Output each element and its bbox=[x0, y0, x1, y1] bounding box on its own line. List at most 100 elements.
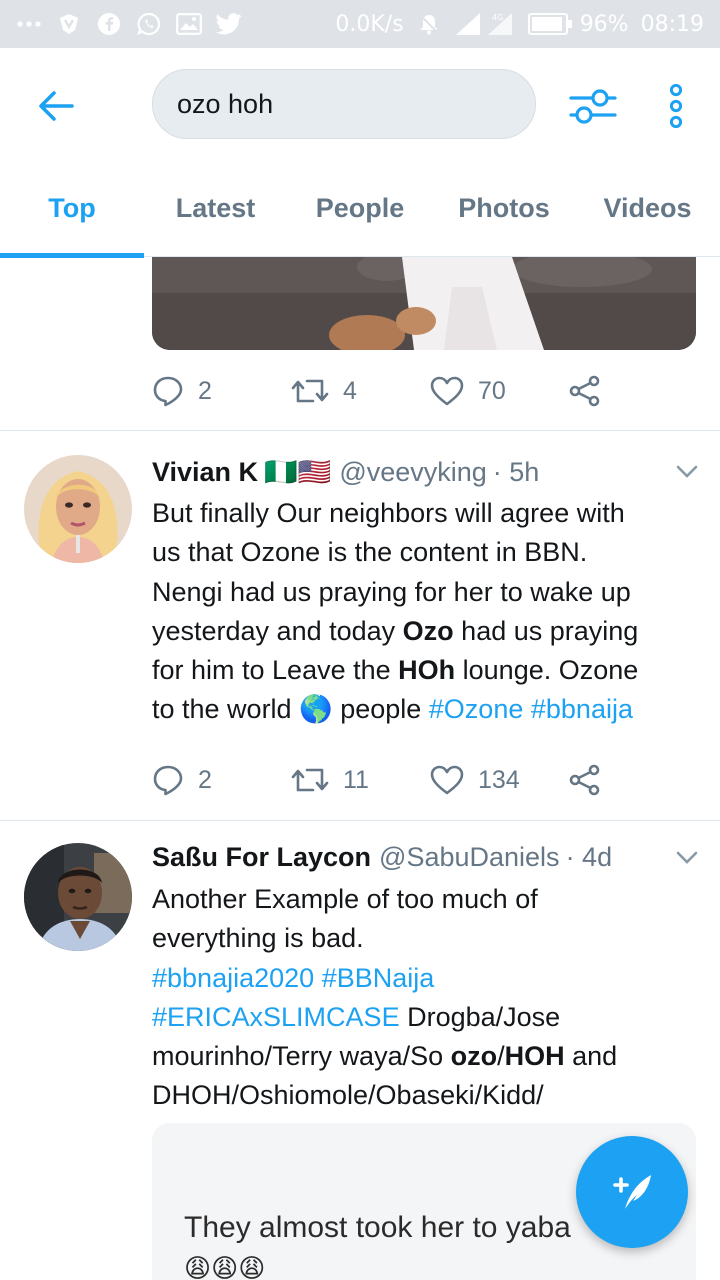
hashtag-link[interactable]: #BBNaija bbox=[322, 963, 435, 993]
search-header bbox=[0, 48, 720, 160]
tweet-text-line: yesterday and today Ozo had us praying bbox=[152, 612, 697, 651]
twitter-icon bbox=[216, 11, 242, 37]
share-icon bbox=[569, 764, 600, 796]
text-segment: for him to Leave the bbox=[152, 655, 399, 686]
text-segment: lounge. Ozone bbox=[455, 655, 639, 686]
tab-videos[interactable]: Videos bbox=[575, 160, 720, 257]
tab-top[interactable]: Top bbox=[0, 160, 144, 258]
tweet-menu-button[interactable] bbox=[672, 843, 702, 873]
tweet-time: · 5h bbox=[492, 456, 540, 487]
tweet-text-line: Nengi had us praying for her to wake up bbox=[152, 573, 697, 612]
like-count: 70 bbox=[478, 376, 506, 405]
share-button[interactable] bbox=[569, 375, 615, 407]
filter-sliders-icon bbox=[569, 89, 617, 124]
vpn-icon bbox=[56, 11, 82, 37]
hashtag-link[interactable]: #Ozone bbox=[429, 694, 524, 724]
media-caption: They almost took her to yaba bbox=[184, 1211, 571, 1244]
search-highlight: Ozo bbox=[402, 615, 454, 646]
reply-icon bbox=[153, 376, 183, 407]
tweet-text: But finally Our neighbors will agree wit… bbox=[152, 494, 697, 730]
tweet-text-line: But finally Our neighbors will agree wit… bbox=[152, 494, 697, 533]
retweet-icon bbox=[291, 379, 329, 403]
tweet-media-image[interactable] bbox=[152, 257, 696, 350]
user-name[interactable]: Saßu For Laycon bbox=[152, 842, 371, 873]
whatsapp-icon bbox=[136, 11, 162, 37]
tweet-text-line: us that Ozone is the content in BBN. bbox=[152, 533, 697, 572]
tweet-text-line: to the world 🌎 people #Ozone #bbnaija bbox=[152, 690, 697, 729]
text-segment: and bbox=[564, 1041, 618, 1072]
chevron-down-icon bbox=[676, 851, 698, 864]
tweet-text-line: for him to Leave the HOh lounge. Ozone bbox=[152, 651, 697, 690]
tweet-menu-button[interactable] bbox=[672, 457, 702, 487]
media-emoji: 😩😩😩 bbox=[184, 1253, 266, 1280]
retweet-count: 4 bbox=[343, 376, 357, 405]
compose-tweet-button[interactable] bbox=[576, 1136, 688, 1248]
tweet-time: · 4d bbox=[565, 842, 613, 872]
share-icon bbox=[569, 375, 600, 407]
filter-button[interactable] bbox=[565, 78, 621, 134]
tweet-text-line: everything is bad. bbox=[152, 919, 697, 958]
status-time: 08:19 bbox=[640, 11, 704, 37]
text-segment: had us praying bbox=[453, 615, 639, 646]
vertical-dots-icon bbox=[669, 84, 683, 128]
battery-fill bbox=[531, 17, 563, 31]
retweet-button[interactable]: 11 bbox=[291, 766, 430, 795]
tab-people[interactable]: People bbox=[287, 160, 433, 257]
avatar[interactable] bbox=[24, 455, 132, 563]
back-arrow-icon bbox=[39, 91, 74, 121]
search-highlight: HOH bbox=[504, 1041, 565, 1072]
like-button[interactable]: 70 bbox=[430, 376, 569, 406]
reply-count: 2 bbox=[198, 376, 212, 405]
hashtag-link[interactable]: #bbnajia2020 bbox=[152, 963, 314, 993]
heart-icon bbox=[430, 765, 464, 795]
status-bar: 0.0K/s 4G 96% 08:19 bbox=[0, 0, 720, 48]
search-box[interactable] bbox=[152, 69, 536, 139]
tweet-text-line: DHOH/Oshiomole/Obaseki/Kidd/ bbox=[152, 1076, 697, 1115]
tweet-text-line: Another Example of too much of bbox=[152, 880, 697, 919]
tab-latest[interactable]: Latest bbox=[144, 160, 287, 257]
like-button[interactable]: 134 bbox=[430, 765, 569, 795]
signal-icon: 4G bbox=[454, 11, 516, 37]
tweet-header: Vivian K 🇳🇬🇺🇸 @veevyking · 5h bbox=[152, 456, 539, 488]
network-speed: 0.0K/s bbox=[335, 11, 404, 37]
search-input[interactable] bbox=[177, 88, 507, 120]
flag-emojis: 🇳🇬🇺🇸 bbox=[264, 457, 332, 487]
retweet-count: 11 bbox=[343, 765, 369, 794]
text-segment bbox=[314, 963, 322, 993]
reply-button[interactable]: 2 bbox=[152, 764, 291, 796]
tweet-actions: 2 11 134 bbox=[152, 755, 622, 805]
hashtag-link[interactable]: #ERICAxSLIMCASE bbox=[152, 1002, 400, 1032]
back-button[interactable] bbox=[30, 80, 82, 132]
divider bbox=[0, 430, 720, 431]
reply-button[interactable]: 2 bbox=[152, 375, 291, 407]
hashtag-link[interactable]: #bbnaija bbox=[531, 694, 633, 724]
text-segment: But finally Our neighbors will agree wit… bbox=[152, 498, 625, 528]
text-segment: mourinho/Terry waya/So bbox=[152, 1041, 451, 1072]
more-dots-icon bbox=[16, 11, 42, 37]
tweet-text-line: #bbnajia2020 #BBNaija bbox=[152, 959, 697, 998]
text-segment: / bbox=[497, 1041, 505, 1072]
retweet-button[interactable]: 4 bbox=[291, 377, 430, 406]
text-segment: us that Ozone is the content in BBN. bbox=[152, 537, 588, 568]
avatar[interactable] bbox=[24, 843, 132, 951]
text-segment bbox=[523, 694, 531, 724]
network-type: 4G bbox=[492, 13, 503, 22]
battery-percent: 96% bbox=[579, 11, 629, 37]
user-handle: @veevyking bbox=[339, 456, 487, 487]
search-highlight: ozo bbox=[450, 1041, 498, 1072]
tab-photos[interactable]: Photos bbox=[433, 160, 575, 257]
reply-count: 2 bbox=[198, 765, 212, 794]
more-options-button[interactable] bbox=[652, 78, 700, 134]
like-count: 134 bbox=[478, 765, 520, 794]
heart-icon bbox=[430, 376, 464, 406]
tweet-text: Another Example of too much of everything… bbox=[152, 880, 697, 1116]
compose-feather-icon bbox=[613, 1175, 651, 1209]
user-name[interactable]: Vivian K bbox=[152, 457, 258, 488]
tweet-actions: 2 4 70 bbox=[152, 366, 622, 416]
search-highlight: HOh bbox=[398, 655, 456, 686]
text-segment: DHOH/Oshiomole/Obaseki/Kidd/ bbox=[152, 1080, 544, 1111]
text-segment: Drogba/Jose bbox=[399, 1001, 561, 1032]
user-handle: @SabuDaniels bbox=[379, 842, 560, 872]
tweet-feed: 2 4 70 Vivian K 🇳🇬🇺🇸 @veevyking · 5h But… bbox=[0, 257, 720, 1280]
share-button[interactable] bbox=[569, 764, 615, 796]
